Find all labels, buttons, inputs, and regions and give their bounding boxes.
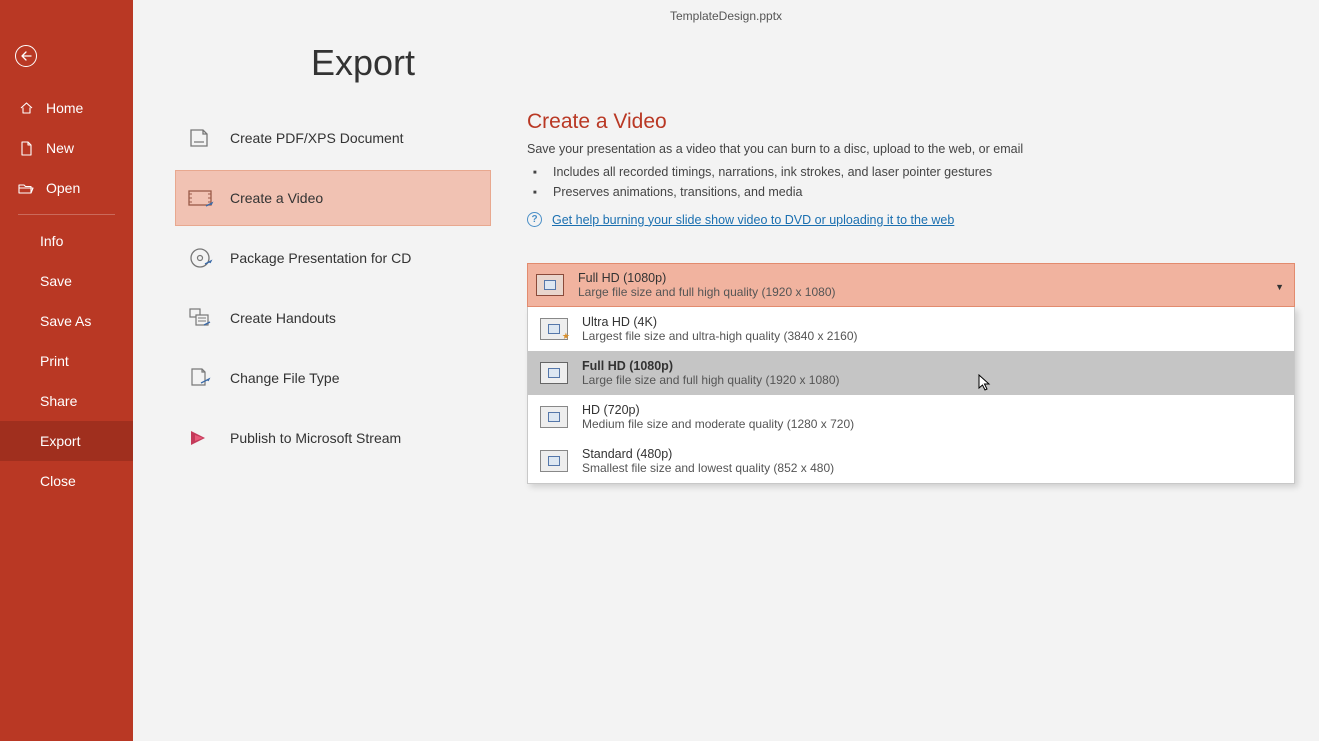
export-opt-label: Create PDF/XPS Document: [230, 130, 404, 146]
video-icon: [186, 184, 214, 212]
content-row: Create PDF/XPS Document Create a Video P…: [133, 30, 1319, 741]
export-opt-publish-stream[interactable]: Publish to Microsoft Stream: [175, 410, 491, 466]
export-opt-label: Change File Type: [230, 370, 339, 386]
stream-icon: [186, 424, 214, 452]
main-area: TemplateDesign.pptx Export Create PDF/XP…: [133, 0, 1319, 741]
nav-label: Info: [40, 233, 63, 249]
quality-option-desc: Large file size and full high quality (1…: [582, 373, 840, 387]
monitor-icon: [536, 274, 564, 296]
quality-option-title: Standard (480p): [582, 447, 834, 461]
nav-label: Export: [40, 433, 80, 449]
quality-text: Full HD (1080p) Large file size and full…: [578, 271, 836, 299]
nav-divider: [18, 214, 115, 215]
pane-bullet: Preserves animations, transitions, and m…: [547, 182, 1295, 202]
export-opt-label: Package Presentation for CD: [230, 250, 411, 266]
app-root: Home New Open Info Save Save As Print Sh…: [0, 0, 1319, 741]
quality-dropdown: ★ Ultra HD (4K) Largest file size and ul…: [527, 307, 1295, 484]
quality-desc: Large file size and full high quality (1…: [578, 285, 836, 299]
export-opt-label: Create a Video: [230, 190, 323, 206]
pdf-xps-icon: [186, 124, 214, 152]
cd-icon: [186, 244, 214, 272]
back-arrow-icon: [15, 45, 37, 67]
monitor-icon: [540, 362, 568, 384]
nav-label: Share: [40, 393, 77, 409]
nav-saveas[interactable]: Save As: [0, 301, 133, 341]
handouts-icon: [186, 304, 214, 332]
nav-label: Print: [40, 353, 69, 369]
quality-option-title: HD (720p): [582, 403, 854, 417]
monitor-icon: [540, 450, 568, 472]
nav-open[interactable]: Open: [0, 168, 133, 208]
export-opt-pdf-xps[interactable]: Create PDF/XPS Document: [175, 110, 491, 166]
create-video-pane: Create a Video Save your presentation as…: [491, 110, 1319, 741]
help-icon: ?: [527, 212, 542, 227]
help-link[interactable]: Get help burning your slide show video t…: [552, 213, 954, 227]
change-file-type-icon: [186, 364, 214, 392]
monitor-icon: [540, 406, 568, 428]
pane-bullet: Includes all recorded timings, narration…: [547, 162, 1295, 182]
nav-home[interactable]: Home: [0, 88, 133, 128]
help-row: ? Get help burning your slide show video…: [527, 212, 1295, 227]
quality-option-ultra-hd[interactable]: ★ Ultra HD (4K) Largest file size and ul…: [528, 307, 1294, 351]
pane-title: Create a Video: [527, 110, 1295, 134]
nav-share[interactable]: Share: [0, 381, 133, 421]
quality-option-hd[interactable]: HD (720p) Medium file size and moderate …: [528, 395, 1294, 439]
nav-info[interactable]: Info: [0, 221, 133, 261]
page-title: Export: [311, 42, 415, 84]
new-file-icon: [18, 141, 34, 156]
nav-label: Open: [46, 180, 80, 196]
pane-subtitle: Save your presentation as a video that y…: [527, 142, 1295, 156]
window-title: TemplateDesign.pptx: [133, 0, 1319, 30]
quality-option-standard[interactable]: Standard (480p) Smallest file size and l…: [528, 439, 1294, 483]
quality-selector: Full HD (1080p) Large file size and full…: [527, 263, 1295, 484]
nav-label: Close: [40, 473, 76, 489]
monitor-icon: ★: [540, 318, 568, 340]
nav-save[interactable]: Save: [0, 261, 133, 301]
export-opt-label: Publish to Microsoft Stream: [230, 430, 401, 446]
quality-option-full-hd[interactable]: Full HD (1080p) Large file size and full…: [528, 351, 1294, 395]
pane-bullet-list: Includes all recorded timings, narration…: [527, 162, 1295, 202]
export-options-list: Create PDF/XPS Document Create a Video P…: [175, 110, 491, 741]
chevron-down-icon: ▼: [1275, 282, 1284, 292]
nav-new[interactable]: New: [0, 128, 133, 168]
quality-option-desc: Medium file size and moderate quality (1…: [582, 417, 854, 431]
quality-option-desc: Largest file size and ultra-high quality…: [582, 329, 858, 343]
nav-label: Save As: [40, 313, 91, 329]
export-opt-label: Create Handouts: [230, 310, 336, 326]
nav-label: New: [46, 140, 74, 156]
export-opt-package-cd[interactable]: Package Presentation for CD: [175, 230, 491, 286]
export-opt-create-handouts[interactable]: Create Handouts: [175, 290, 491, 346]
nav-label: Home: [46, 100, 83, 116]
nav-label: Save: [40, 273, 72, 289]
back-button[interactable]: [0, 28, 133, 84]
home-icon: [18, 101, 34, 115]
quality-title: Full HD (1080p): [578, 271, 836, 285]
quality-current-selection[interactable]: Full HD (1080p) Large file size and full…: [527, 263, 1295, 307]
quality-option-title: Full HD (1080p): [582, 359, 840, 373]
quality-option-title: Ultra HD (4K): [582, 315, 858, 329]
backstage-sidebar: Home New Open Info Save Save As Print Sh…: [0, 0, 133, 741]
export-opt-create-video[interactable]: Create a Video: [175, 170, 491, 226]
open-folder-icon: [18, 182, 34, 195]
nav-close[interactable]: Close: [0, 461, 133, 501]
nav-print[interactable]: Print: [0, 341, 133, 381]
nav-export[interactable]: Export: [0, 421, 133, 461]
export-opt-change-file-type[interactable]: Change File Type: [175, 350, 491, 406]
quality-option-desc: Smallest file size and lowest quality (8…: [582, 461, 834, 475]
